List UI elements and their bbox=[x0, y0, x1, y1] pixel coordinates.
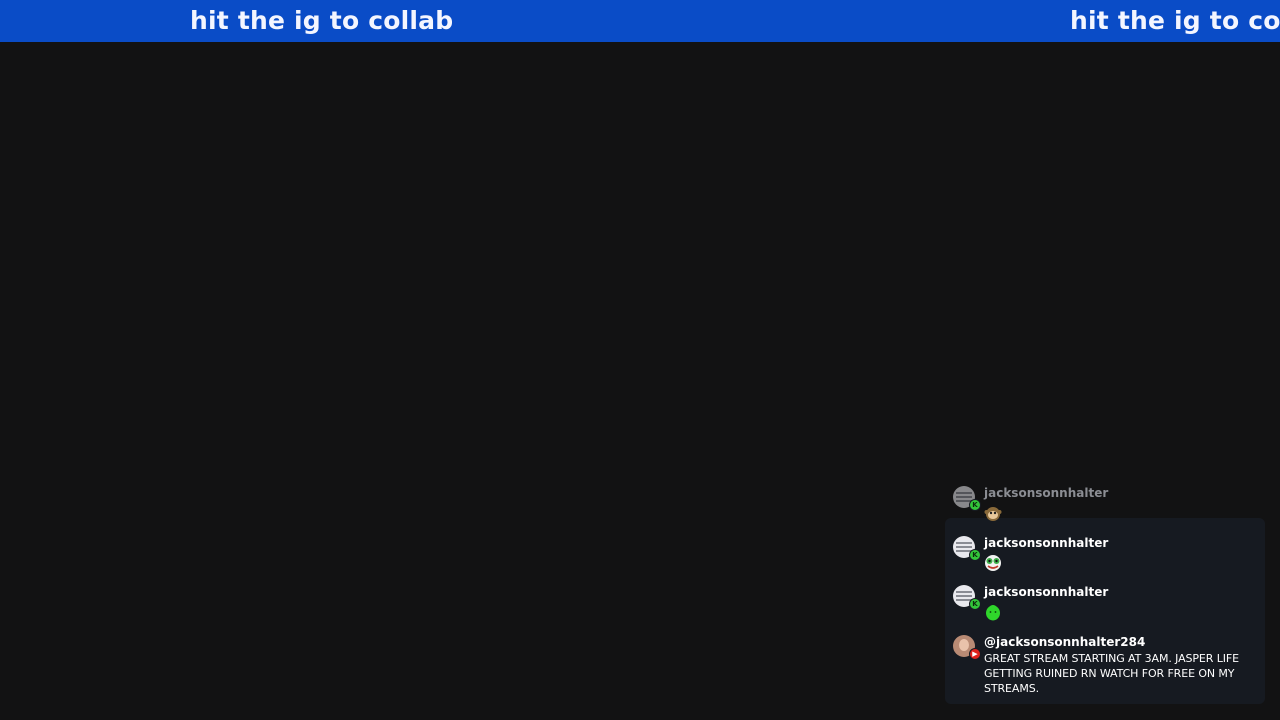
frog-face-emote-icon bbox=[985, 555, 1001, 571]
kick-icon: K bbox=[969, 549, 981, 561]
ticker-banner: hit the ig to collab hit the ig to colla bbox=[0, 0, 1280, 42]
chat-message: K jacksonsonnhalter bbox=[953, 482, 1263, 526]
chat-username: jacksonsonnhalter bbox=[984, 536, 1109, 550]
monkey-emote-icon bbox=[984, 507, 1002, 521]
kick-icon: K bbox=[969, 499, 981, 511]
chat-overlay: K jacksonsonnhalter K jacksonsonnhalter bbox=[945, 478, 1265, 704]
chat-username: @jacksonsonnhalter284 bbox=[984, 635, 1146, 649]
chat-message: K jacksonsonnhalter bbox=[953, 581, 1263, 625]
chat-username: jacksonsonnhalter bbox=[984, 486, 1109, 500]
chat-message: ▶ @jacksonsonnhalter284 GREAT STREAM STA… bbox=[953, 631, 1263, 701]
green-blob-emote-icon bbox=[986, 605, 1000, 621]
kick-icon: K bbox=[969, 598, 981, 610]
ticker-text-repeat: hit the ig to colla bbox=[1070, 6, 1280, 35]
ticker-text: hit the ig to collab bbox=[190, 6, 454, 35]
youtube-icon: ▶ bbox=[969, 648, 981, 660]
chat-message-text: GREAT STREAM STARTING AT 3AM. JASPER LIF… bbox=[984, 652, 1239, 695]
chat-username: jacksonsonnhalter bbox=[984, 585, 1109, 599]
chat-message: K jacksonsonnhalter bbox=[953, 532, 1263, 576]
